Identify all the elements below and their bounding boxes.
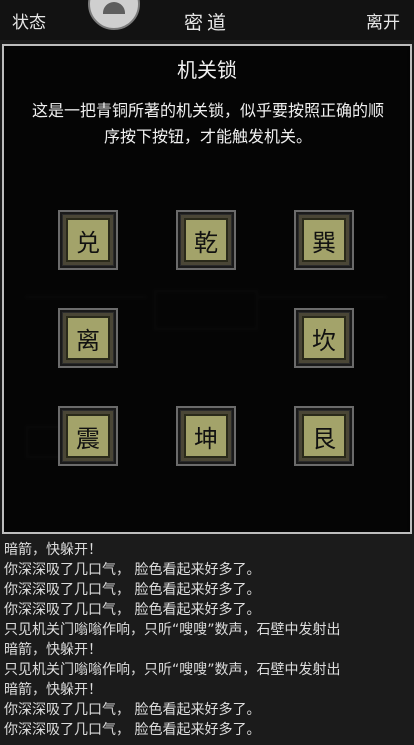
trigram-label: 坤	[184, 414, 228, 458]
log-line: 只见机关门嗡嗡作响，只听“嗖嗖”数声，石壁中发射出	[4, 622, 341, 638]
log-line: 你深深吸了几口气， 脸色看起来好多了。	[4, 602, 261, 618]
trigram-button-xun[interactable]: 巽	[296, 212, 352, 268]
log-line: 你深深吸了几口气， 脸色看起来好多了。	[4, 562, 261, 578]
log-line: 你深深吸了几口气， 脸色看起来好多了。	[4, 722, 261, 738]
trigram-label: 乾	[184, 218, 228, 262]
trigram-button-qian[interactable]: 乾	[178, 212, 234, 268]
top-bar: 状态 密道 离开	[0, 0, 414, 40]
leave-button[interactable]: 离开	[366, 8, 400, 33]
log-line: 你深深吸了几口气， 脸色看起来好多了。	[4, 582, 261, 598]
dialog-description: 这是一把青铜所著的机关锁，似乎要按照正确的顺序按下按钮，才能触发机关。	[31, 101, 384, 146]
log-line: 暗箭，快躲开！	[4, 542, 102, 558]
trigram-label: 震	[66, 414, 110, 458]
trigram-label: 离	[66, 316, 110, 360]
log-line: 只见机关门嗡嗡作响，只听“嗖嗖”数声，石壁中发射出	[4, 662, 341, 678]
log-line: 你深深吸了几口气， 脸色看起来好多了。	[4, 702, 261, 718]
trigram-button-li[interactable]: 离	[60, 310, 116, 366]
trigram-label: 兑	[66, 218, 110, 262]
trigram-label: 艮	[302, 414, 346, 458]
trigram-label: 巽	[302, 218, 346, 262]
message-log[interactable]: 暗箭，快躲开！ 你深深吸了几口气， 脸色看起来好多了。 你深深吸了几口气， 脸色…	[4, 540, 410, 745]
trigram-label: 坎	[302, 316, 346, 360]
trigram-button-kun[interactable]: 坤	[178, 408, 234, 464]
trigram-button-zhen[interactable]: 震	[60, 408, 116, 464]
trigram-button-gen[interactable]: 艮	[296, 408, 352, 464]
dialog-title: 机关锁	[177, 58, 237, 82]
trigram-button-kan[interactable]: 坎	[296, 310, 352, 366]
location-title: 密道	[183, 12, 230, 34]
log-line: 暗箭，快躲开！	[4, 642, 102, 658]
trigram-button-dui[interactable]: 兑	[60, 212, 116, 268]
log-line: 暗箭，快躲开！	[4, 682, 102, 698]
